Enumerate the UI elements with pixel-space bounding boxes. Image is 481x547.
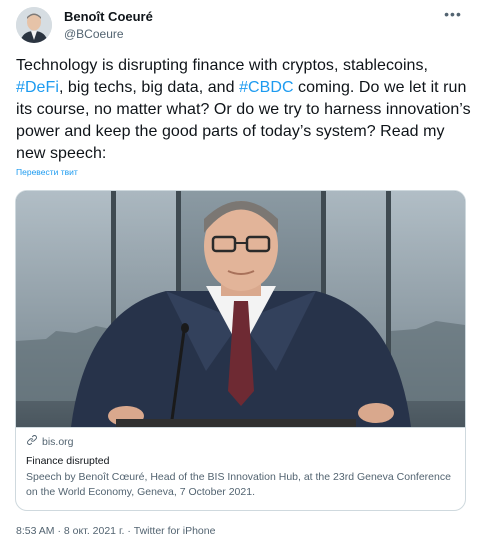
tweet-source[interactable]: Twitter for iPhone — [134, 525, 216, 537]
tweet-date[interactable]: 8 окт. 2021 г. — [64, 525, 125, 537]
author-handle[interactable]: @BCoeure — [64, 26, 153, 42]
translate-tweet-link[interactable]: Перевести твит — [16, 166, 78, 178]
author-info[interactable]: Benoît Coeuré @BCoeure — [64, 9, 153, 42]
card-title: Finance disrupted — [26, 455, 110, 467]
more-dots-icon[interactable]: ••• — [441, 7, 465, 23]
tweet-text: Technology is disrupting finance with cr… — [16, 55, 471, 165]
card-domain-text: bis.org — [42, 436, 74, 448]
card-body[interactable]: bis.org Finance disrupted Speech by Beno… — [16, 427, 465, 510]
tweet-header: Benoît Coeuré @BCoeure ••• — [16, 7, 465, 47]
tweet-text-part: , big techs, big data, and — [58, 79, 240, 96]
link-icon — [26, 434, 38, 450]
hashtag-cbdc[interactable]: #CBDC — [239, 79, 293, 96]
avatar[interactable] — [16, 7, 52, 43]
meta-separator: · — [124, 525, 134, 537]
tweet-time[interactable]: 8:53 AM — [16, 525, 55, 537]
hashtag-defi[interactable]: #DeFi — [16, 79, 59, 96]
card-domain: bis.org — [26, 434, 453, 450]
meta-separator: · — [54, 525, 64, 537]
card-image[interactable] — [16, 191, 465, 427]
tweet-meta: 8:53 AM · 8 окт. 2021 г. · Twitter for i… — [16, 524, 215, 538]
link-card[interactable]: bis.org Finance disrupted Speech by Beno… — [15, 190, 466, 511]
tweet-text-part: Technology is disrupting finance with cr… — [16, 57, 429, 74]
author-name[interactable]: Benoît Coeuré — [64, 9, 153, 25]
card-description: Speech by Benoît Cœuré, Head of the BIS … — [26, 471, 451, 498]
